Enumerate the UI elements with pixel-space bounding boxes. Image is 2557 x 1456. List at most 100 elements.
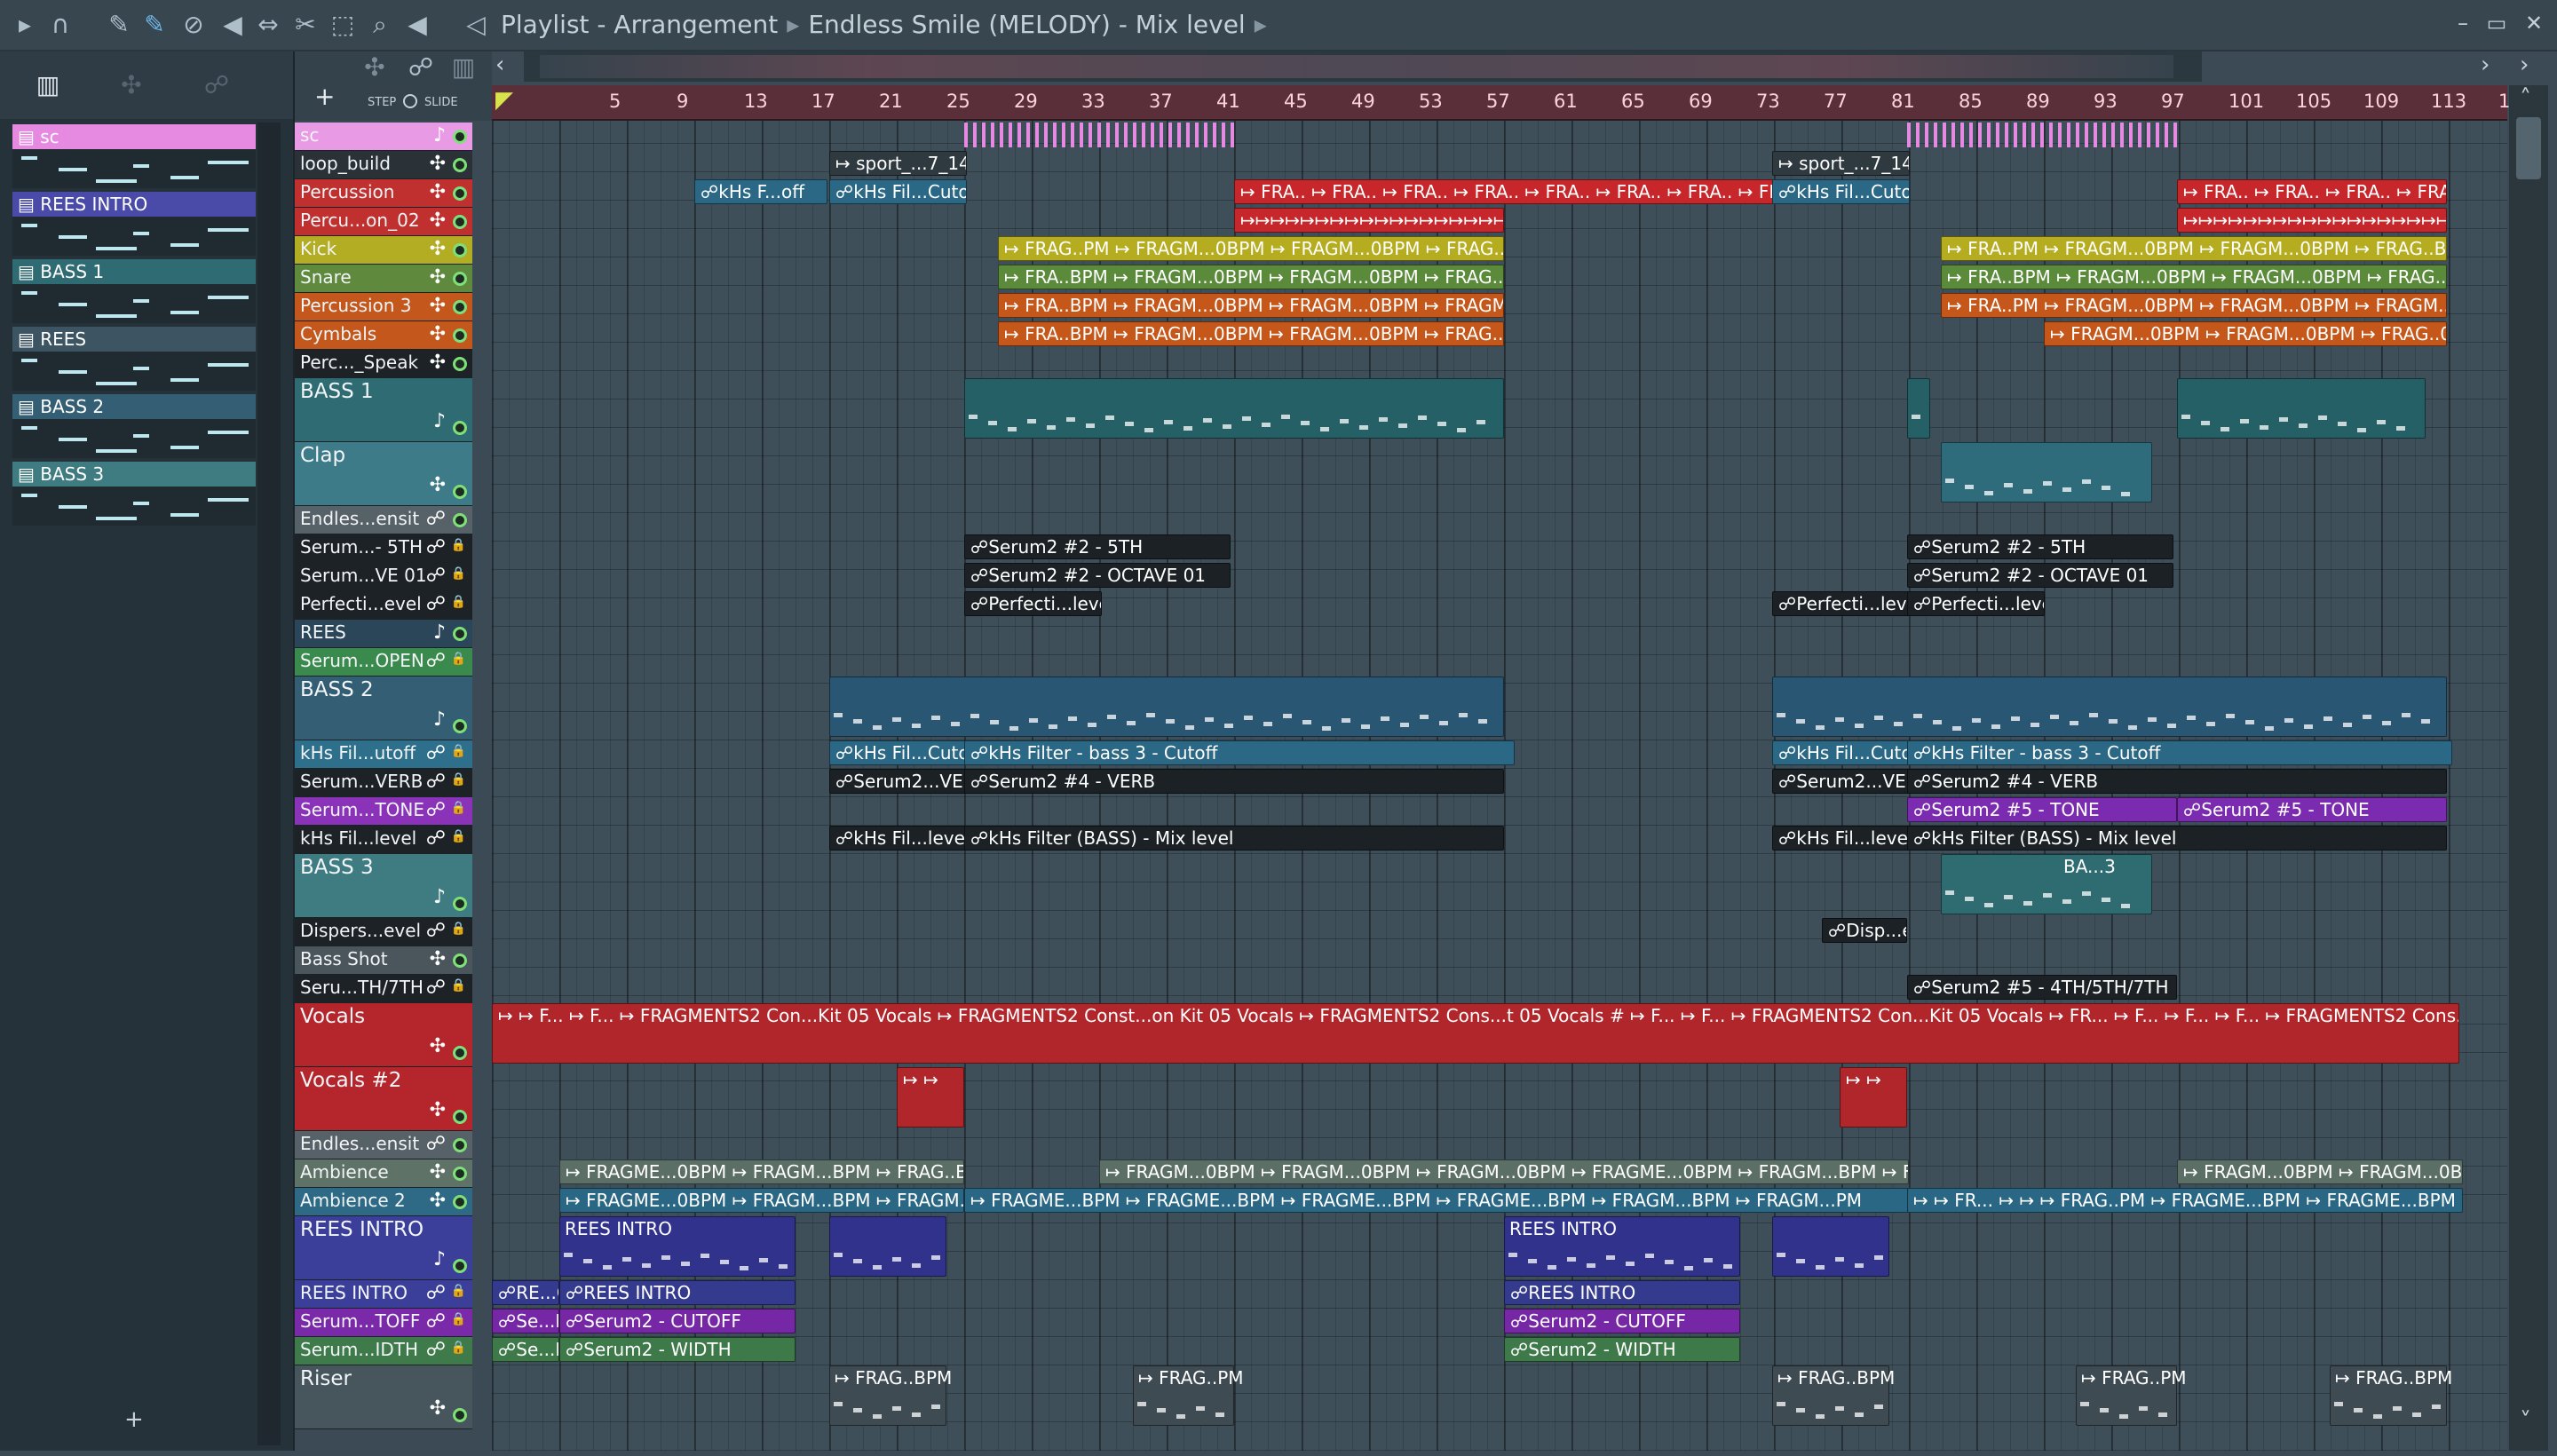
pattern-clip[interactable] [964, 378, 1504, 439]
mute-icon[interactable]: ◀ [217, 9, 249, 41]
lock-icon[interactable]: 🔒 [451, 595, 466, 609]
lock-icon[interactable]: 🔒 [451, 772, 466, 787]
picker-item[interactable]: ▤ BASS 2 [12, 394, 256, 458]
playlist-clip[interactable]: ☍Serum2 - WIDTH [559, 1337, 796, 1362]
sidechain-clip[interactable] [1907, 123, 2177, 147]
playlist-clip[interactable]: ☍kHs Fil...Cutoff [829, 740, 967, 765]
track-header[interactable]: BASS 1 ♪ [295, 378, 472, 442]
playlist-clip[interactable]: ↦ sport_...7_145 [829, 151, 967, 176]
playlist-clip[interactable]: ↦ FRA..BPM ↦ FRAGM...0BPM ↦ FRAGM...0BPM… [998, 293, 1504, 318]
piano-icon[interactable]: ▥ [32, 69, 64, 101]
track-header[interactable]: Vocals ✣ [295, 1003, 472, 1067]
playlist-clip[interactable]: ☍kHs Filter (BASS) - Mix level [1907, 826, 2447, 851]
overview-strip[interactable] [524, 51, 2202, 82]
playlist-clip[interactable]: ☍REES INTRO [1504, 1280, 1740, 1305]
scroll-up-icon[interactable]: ˄ [2520, 85, 2531, 112]
playlist-clip[interactable]: ☍kHs F...off [694, 179, 827, 204]
pattern-clip[interactable] [1772, 1216, 1889, 1277]
playlist-clip[interactable]: ☍Serum2 #2 - OCTAVE 01 [1907, 563, 2173, 588]
magnet-icon[interactable]: ∩ [44, 9, 76, 41]
playlist-clip[interactable]: ☍kHs Filter - bass 3 - Cutoff [964, 740, 1515, 765]
lock-icon[interactable]: 🔒 [451, 829, 466, 843]
zoom-icon[interactable]: ⌕ [364, 9, 396, 41]
track-enable-led[interactable] [453, 272, 467, 286]
track-header[interactable]: REES ♪ [295, 620, 472, 648]
track-header[interactable]: Ambience ✣ [295, 1159, 472, 1188]
playlist-clip[interactable]: ↦ FRAGME...0BPM ↦ FRAGM...BPM ↦ FRAG..BP… [559, 1159, 964, 1184]
playlist-clip[interactable]: ☍kHs Filter - bass 3 - Cutoff [1907, 740, 2452, 765]
track-header[interactable]: Serum...VE 01 ☍ 🔒 [295, 563, 472, 591]
track-header[interactable]: Perfecti...evel ☍ 🔒 [295, 591, 472, 620]
track-enable-led[interactable] [453, 897, 467, 911]
lock-icon[interactable]: 🔒 [451, 1341, 466, 1355]
delete-icon[interactable]: ⊘ [178, 9, 210, 41]
lock-icon[interactable]: 🔒 [451, 652, 466, 666]
track-header[interactable]: Serum...VERB ☍ 🔒 [295, 769, 472, 797]
track-header[interactable]: Percu...on_02 ✣ [295, 208, 472, 236]
playback-icon[interactable]: ◀ [401, 9, 433, 41]
playlist-clip[interactable]: ☍Serum2 - CUTOFF [559, 1309, 796, 1333]
track-enable-led[interactable] [453, 1408, 467, 1422]
track-enable-led[interactable] [453, 954, 467, 968]
track-enable-led[interactable] [453, 1046, 467, 1060]
picker-item[interactable]: ▤ sc [12, 124, 256, 188]
track-header[interactable]: REES INTRO ☍ 🔒 [295, 1280, 472, 1309]
track-header[interactable]: Seru...TH/7TH ☍ 🔒 [295, 975, 472, 1003]
playlist-clip[interactable]: ☍Perfecti...level [1772, 591, 1910, 616]
playlist-clip[interactable]: ↦ FRA..BPM ↦ FRAGM...0BPM ↦ FRAGM...0BPM… [998, 265, 1504, 289]
playlist-clip[interactable]: ↦ FRA..BPM ↦ FRAGM...0BPM ↦ FRAGM...0BPM… [1941, 265, 2447, 289]
scroll-left-icon[interactable]: ‹ [495, 51, 504, 78]
lock-icon[interactable]: 🔒 [451, 801, 466, 815]
playlist-clip[interactable]: ↦↦↦↦↦↦↦↦↦↦↦↦↦↦↦↦↦↦↦↦ [2177, 208, 2447, 233]
add-icon[interactable]: + [124, 1406, 144, 1433]
playlist-clip[interactable]: ☍Serum2 #5 - 4TH/5TH/7TH [1907, 975, 2177, 1000]
track-enable-led[interactable] [453, 485, 467, 499]
pattern-clip[interactable] [829, 1216, 946, 1277]
track-header[interactable]: sc ♪ [295, 123, 472, 151]
overview-thumb[interactable] [540, 55, 2173, 78]
playlist-clip[interactable]: ☍Serum2 #5 - TONE [2177, 797, 2447, 822]
playlist-clip[interactable]: ↦ FRA.. ↦ FRA.. ↦ FRA.. ↦ FRA.. ↦ FRA.. … [1234, 179, 1774, 204]
track-header[interactable]: Clap ✣ [295, 442, 472, 506]
playlist-clip[interactable]: ☍Serum2 - CUTOFF [1504, 1309, 1740, 1333]
track-header[interactable]: Kick ✣ [295, 236, 472, 265]
track-header[interactable]: Percussion ✣ [295, 179, 472, 208]
pattern-clip[interactable] [1907, 378, 1930, 439]
slip-icon[interactable]: ⇔ [252, 9, 284, 41]
playlist-clip[interactable]: ☍kHs Fil...Cutoff [1772, 179, 1910, 204]
pencil-icon[interactable]: ✎ [103, 9, 135, 41]
scroll-thumb[interactable] [2516, 117, 2541, 179]
step-icon[interactable]: ✣ [359, 51, 391, 83]
playlist-clip[interactable]: ↦ FRAGM...0BPM ↦ FRAGM...0BPM ↦ FRAG..0B… [2044, 321, 2447, 346]
select-icon[interactable]: ⬚ [327, 9, 359, 41]
track-header[interactable]: loop_build ✣ [295, 151, 472, 179]
track-enable-led[interactable] [453, 215, 467, 229]
playlist-clip[interactable]: ↦ FRAGME...0BPM ↦ FRAGM...BPM ↦ FRAGM...… [559, 1188, 964, 1213]
speaker-icon[interactable]: ◁ [460, 9, 492, 41]
track-header[interactable]: REES INTRO ♪ [295, 1216, 472, 1280]
track-header[interactable]: Ambience 2 ✣ [295, 1188, 472, 1216]
minimize-icon[interactable]: – [2447, 7, 2479, 39]
picker-item[interactable]: ▤ REES [12, 327, 256, 391]
track-enable-led[interactable] [453, 719, 467, 733]
playlist-clip[interactable]: ↦ ↦ [1840, 1067, 1907, 1128]
track-header[interactable]: BASS 2 ♪ [295, 677, 472, 740]
automation-icon[interactable]: ☍ [201, 69, 233, 101]
playlist-clip[interactable]: ↦ FRAGME...BPM ↦ FRAGME...BPM ↦ FRAGME..… [964, 1188, 1909, 1213]
track-enable-led[interactable] [453, 300, 467, 314]
playlist-clip[interactable]: ☍Perfecti...level [964, 591, 1102, 616]
keyboard-icon[interactable]: ▥ [447, 51, 479, 83]
pattern-clip[interactable] [1772, 677, 2447, 737]
lock-icon[interactable]: 🔒 [451, 978, 466, 993]
maximize-icon[interactable]: ▭ [2481, 7, 2513, 39]
playlist-clip[interactable]: ☍Se...F [492, 1309, 559, 1333]
playlist-clip[interactable]: ☍kHs Fil...level [829, 826, 967, 851]
track-enable-led[interactable] [453, 1259, 467, 1273]
playlist-clip[interactable]: ☍Se...H [492, 1337, 559, 1362]
track-enable-led[interactable] [453, 357, 467, 371]
track-header[interactable]: Serum...TOFF ☍ 🔒 [295, 1309, 472, 1337]
track-enable-led[interactable] [453, 243, 467, 257]
track-enable-led[interactable] [453, 1110, 467, 1124]
play-arrow-icon[interactable]: ▸ [9, 9, 41, 41]
slice-icon[interactable]: ✂ [289, 9, 321, 41]
